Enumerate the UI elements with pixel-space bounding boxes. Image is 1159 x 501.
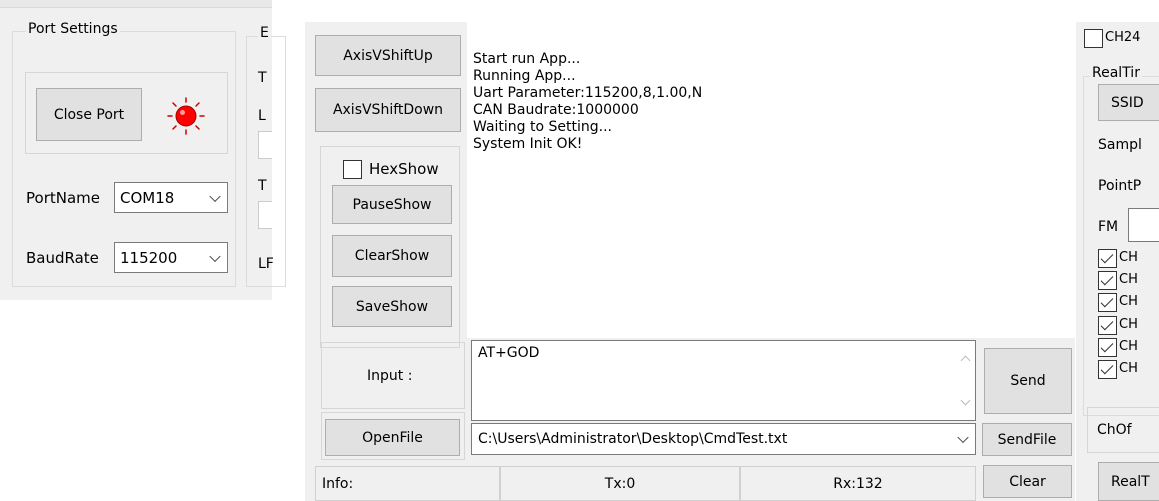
channel-label: CH	[1119, 339, 1138, 354]
command-input-scrollbar[interactable]	[956, 341, 975, 420]
channel-checkbox-box	[1098, 293, 1117, 312]
ch24-label: CH24	[1105, 30, 1141, 45]
axis-vshift-down-button[interactable]: AxisVShiftDown	[315, 88, 461, 132]
axis-vshift-up-button[interactable]: AxisVShiftUp	[315, 35, 461, 76]
channel-checkbox[interactable]: CH	[1098, 336, 1159, 358]
portname-label: PortName	[26, 189, 100, 207]
pointp-label: PointP	[1098, 178, 1142, 194]
command-input[interactable]: AT+GOD	[471, 340, 976, 421]
channel-checkbox-box	[1098, 360, 1117, 379]
channel-checkbox[interactable]: CH	[1098, 291, 1159, 313]
rx-status: Rx:132	[740, 466, 976, 501]
send-button[interactable]: Send	[984, 348, 1072, 414]
scroll-down-icon[interactable]	[960, 395, 971, 406]
partial-field-1	[258, 131, 272, 159]
partial-label-1: T	[258, 70, 267, 86]
channel-checkbox[interactable]: CH	[1098, 269, 1159, 291]
hexshow-checkbox[interactable]: HexShow	[343, 158, 453, 182]
clear-show-button[interactable]: ClearShow	[332, 235, 452, 277]
save-show-button[interactable]: SaveShow	[332, 286, 452, 327]
tx-text: Tx:0	[604, 475, 636, 492]
right-pane: CH24 RealTir SSID Sampl PointP FM CH CH …	[1076, 22, 1159, 501]
log-line: System Init OK!	[473, 136, 583, 152]
ch24-checkbox-box	[1084, 29, 1103, 48]
open-file-button[interactable]: OpenFile	[325, 419, 460, 456]
sampl-label: Sampl	[1098, 137, 1142, 153]
baudrate-value: 115200	[120, 248, 178, 267]
hexshow-checkbox-box	[343, 160, 362, 179]
pause-show-button[interactable]: PauseShow	[332, 185, 452, 224]
channel-label: CH	[1119, 317, 1138, 332]
log-line: Start run App...	[473, 51, 581, 67]
partial-label-4: LF	[258, 256, 274, 272]
channel-label: CH	[1119, 272, 1138, 287]
baudrate-label: BaudRate	[26, 249, 99, 267]
channel-checkbox-box	[1098, 316, 1117, 335]
tx-status: Tx:0	[500, 466, 740, 501]
log-output[interactable]: Start run App... Running App... Uart Par…	[467, 22, 1075, 338]
info-text: Info:	[322, 475, 354, 492]
chevron-down-icon	[957, 431, 969, 444]
choff-label: ChOf	[1097, 422, 1132, 438]
partial-field-2	[258, 201, 272, 229]
channel-checkbox-box	[1098, 338, 1117, 357]
info-status: Info:	[315, 466, 500, 501]
fm-input[interactable]	[1128, 208, 1159, 242]
left-pane: Port Settings Close Port PortName COM18 …	[0, 0, 286, 300]
ssid-button[interactable]: SSID	[1098, 84, 1159, 121]
log-line: CAN Baudrate:1000000	[473, 102, 639, 118]
log-line: Running App...	[473, 68, 576, 84]
portname-value: COM18	[120, 188, 175, 207]
channel-checkbox[interactable]: CH	[1098, 247, 1159, 269]
command-input-value: AT+GOD	[478, 345, 540, 361]
chevron-down-icon	[209, 190, 221, 202]
channel-checkbox[interactable]: CH	[1098, 358, 1159, 380]
chevron-down-icon	[209, 250, 221, 262]
channel-label: CH	[1119, 361, 1138, 376]
file-path-value: C:\Users\Administrator\Desktop\CmdTest.t…	[478, 431, 788, 447]
partial-label-2: L	[258, 108, 266, 124]
channel-checkbox-box	[1098, 271, 1117, 290]
partial-group-title: E	[258, 25, 271, 41]
center-pane: AxisVShiftUp AxisVShiftDown HexShow Paus…	[305, 22, 1075, 501]
portname-select[interactable]: COM18	[114, 182, 228, 213]
port-status-led-icon	[167, 97, 205, 135]
hexshow-label: HexShow	[369, 160, 439, 178]
realtime-title: RealTir	[1090, 65, 1142, 81]
scroll-up-icon[interactable]	[960, 355, 971, 366]
channel-label: CH	[1119, 250, 1138, 265]
left-pane-top-border	[0, 0, 272, 8]
channel-label: CH	[1119, 294, 1138, 309]
port-settings-title: Port Settings	[26, 21, 120, 37]
channel-checkbox-box	[1098, 249, 1117, 268]
channel-checkbox[interactable]: CH	[1098, 314, 1159, 336]
file-path-select[interactable]: C:\Users\Administrator\Desktop\CmdTest.t…	[471, 423, 976, 455]
led-body	[175, 105, 197, 127]
close-port-button[interactable]: Close Port	[36, 88, 142, 141]
fm-label: FM	[1098, 219, 1119, 235]
baudrate-select[interactable]: 115200	[114, 242, 228, 273]
realtime-button[interactable]: RealT	[1098, 462, 1159, 501]
log-line: Uart Parameter:115200,8,1.00,N	[473, 85, 703, 101]
send-file-button[interactable]: SendFile	[982, 423, 1072, 456]
input-label: Input :	[367, 368, 413, 384]
log-line: Waiting to Setting...	[473, 119, 612, 135]
rx-text: Rx:132	[833, 475, 883, 492]
clear-button[interactable]: Clear	[983, 465, 1072, 498]
ch24-checkbox[interactable]: CH24	[1084, 28, 1159, 50]
partial-label-3: T	[258, 178, 267, 194]
